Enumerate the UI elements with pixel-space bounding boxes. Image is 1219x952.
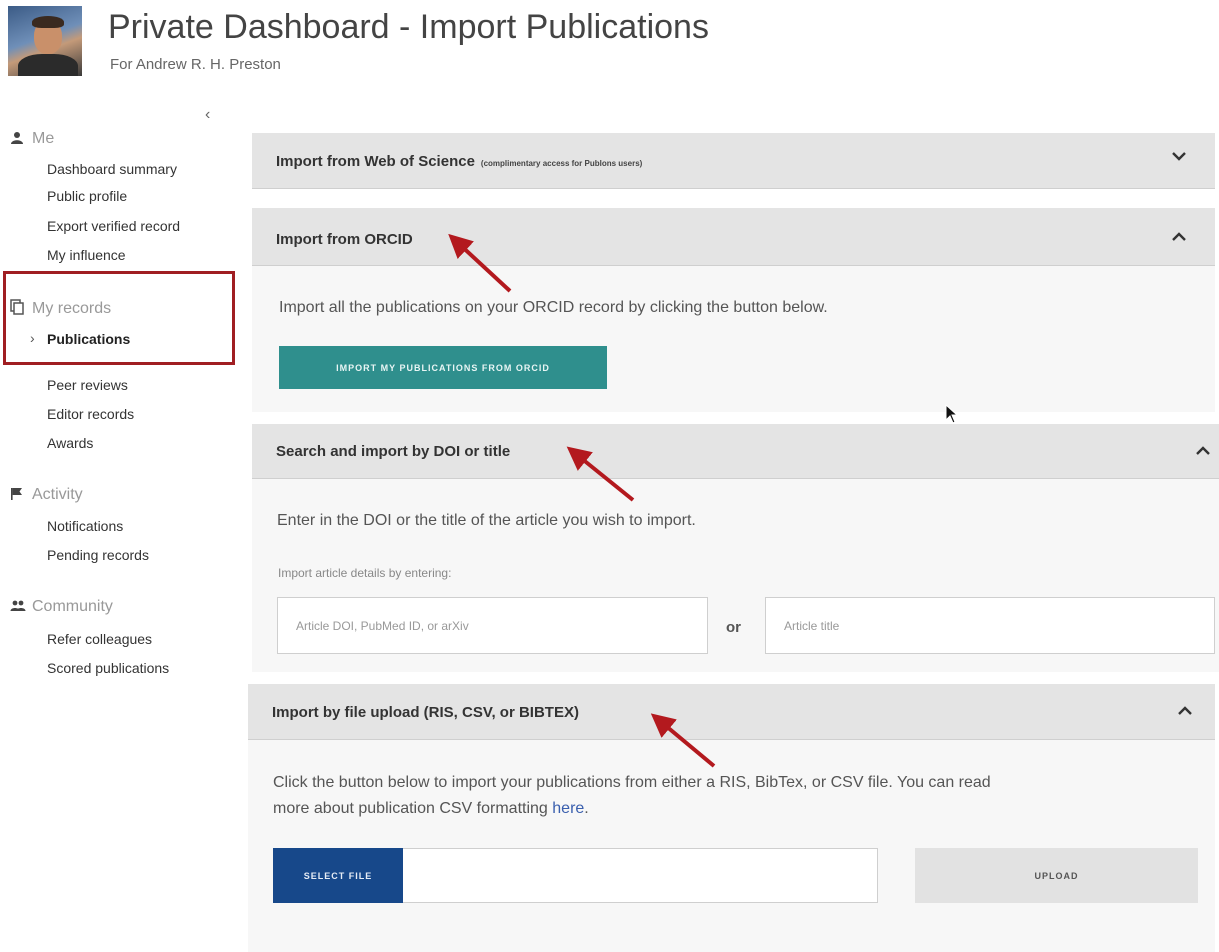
- people-icon: [10, 599, 32, 616]
- panel-header-orcid[interactable]: Import from ORCID: [252, 208, 1215, 266]
- page-subtitle: For Andrew R. H. Preston: [110, 56, 281, 73]
- sidebar-section-label: Me: [32, 130, 55, 147]
- or-separator: or: [726, 619, 741, 636]
- sidebar-item-my-influence[interactable]: My influence: [47, 247, 126, 263]
- panel-title: Import from Web of Science (complimentary…: [276, 153, 642, 170]
- sidebar: ‹ Me Dashboard summary Public profile Ex…: [0, 104, 232, 680]
- sidebar-item-notifications[interactable]: Notifications: [47, 518, 123, 534]
- doi-input[interactable]: Article DOI, PubMed ID, or arXiv: [277, 597, 708, 654]
- select-file-button[interactable]: SELECT FILE: [273, 848, 403, 903]
- article-title-input[interactable]: Article title: [765, 597, 1215, 654]
- avatar[interactable]: [8, 6, 82, 76]
- panel-header-web-of-science[interactable]: Import from Web of Science (complimentary…: [252, 133, 1215, 189]
- file-upload-description-line2: more about publication CSV formatting he…: [273, 800, 589, 817]
- sidebar-section-label: Community: [32, 598, 113, 615]
- person-icon: [10, 131, 32, 148]
- sidebar-item-awards[interactable]: Awards: [47, 435, 93, 451]
- sidebar-section-activity: Activity: [10, 486, 83, 504]
- mouse-cursor-icon: [945, 404, 959, 424]
- panel-title: Search and import by DOI or title: [276, 443, 511, 460]
- sidebar-item-export-verified-record[interactable]: Export verified record: [47, 218, 180, 234]
- panel-title-note: (complimentary access for Publons users): [480, 159, 643, 168]
- collapse-sidebar-icon[interactable]: ‹: [205, 106, 210, 124]
- panel-title: Import from ORCID: [276, 231, 413, 248]
- panel-web-of-science: Import from Web of Science (complimentary…: [252, 133, 1215, 189]
- sidebar-item-peer-reviews[interactable]: Peer reviews: [47, 377, 128, 393]
- sidebar-section-community: Community: [10, 598, 113, 616]
- annotation-highlight-box: [3, 271, 235, 365]
- sidebar-item-public-profile[interactable]: Public profile: [47, 188, 127, 204]
- sidebar-item-scored-publications[interactable]: Scored publications: [47, 660, 169, 676]
- chevron-up-icon[interactable]: [1177, 704, 1193, 722]
- panel-header-file-upload[interactable]: Import by file upload (RIS, CSV, or BIBT…: [248, 684, 1215, 740]
- sidebar-section-label: Activity: [32, 486, 83, 503]
- chevron-down-icon[interactable]: [1171, 149, 1187, 167]
- flag-icon: [10, 487, 32, 504]
- panel-header-doi-search[interactable]: Search and import by DOI or title: [252, 424, 1219, 479]
- doi-description: Enter in the DOI or the title of the art…: [277, 512, 696, 529]
- doi-hint-label: Import article details by entering:: [278, 566, 452, 580]
- page-header: Private Dashboard - Import Publications …: [0, 0, 1219, 100]
- sidebar-item-dashboard-summary[interactable]: Dashboard summary: [47, 161, 177, 177]
- file-upload-description-line1: Click the button below to import your pu…: [273, 774, 991, 791]
- chevron-up-icon[interactable]: [1171, 230, 1187, 248]
- orcid-description: Import all the publications on your ORCI…: [279, 299, 828, 316]
- sidebar-item-pending-records[interactable]: Pending records: [47, 547, 149, 563]
- upload-button[interactable]: UPLOAD: [915, 848, 1198, 903]
- sidebar-section-me: Me: [10, 130, 54, 148]
- import-from-orcid-button[interactable]: IMPORT MY PUBLICATIONS FROM ORCID: [279, 346, 607, 389]
- panel-file-upload: Import by file upload (RIS, CSV, or BIBT…: [248, 684, 1215, 952]
- sidebar-item-editor-records[interactable]: Editor records: [47, 406, 134, 422]
- csv-formatting-link[interactable]: here: [552, 800, 584, 817]
- panel-title: Import by file upload (RIS, CSV, or BIBT…: [272, 704, 579, 721]
- chevron-up-icon[interactable]: [1195, 444, 1211, 462]
- panel-title-text: Import from Web of Science: [276, 153, 475, 170]
- sidebar-item-refer-colleagues[interactable]: Refer colleagues: [47, 631, 152, 647]
- page-title: Private Dashboard - Import Publications: [108, 8, 709, 46]
- file-upload-description-text: more about publication CSV formatting: [273, 800, 548, 817]
